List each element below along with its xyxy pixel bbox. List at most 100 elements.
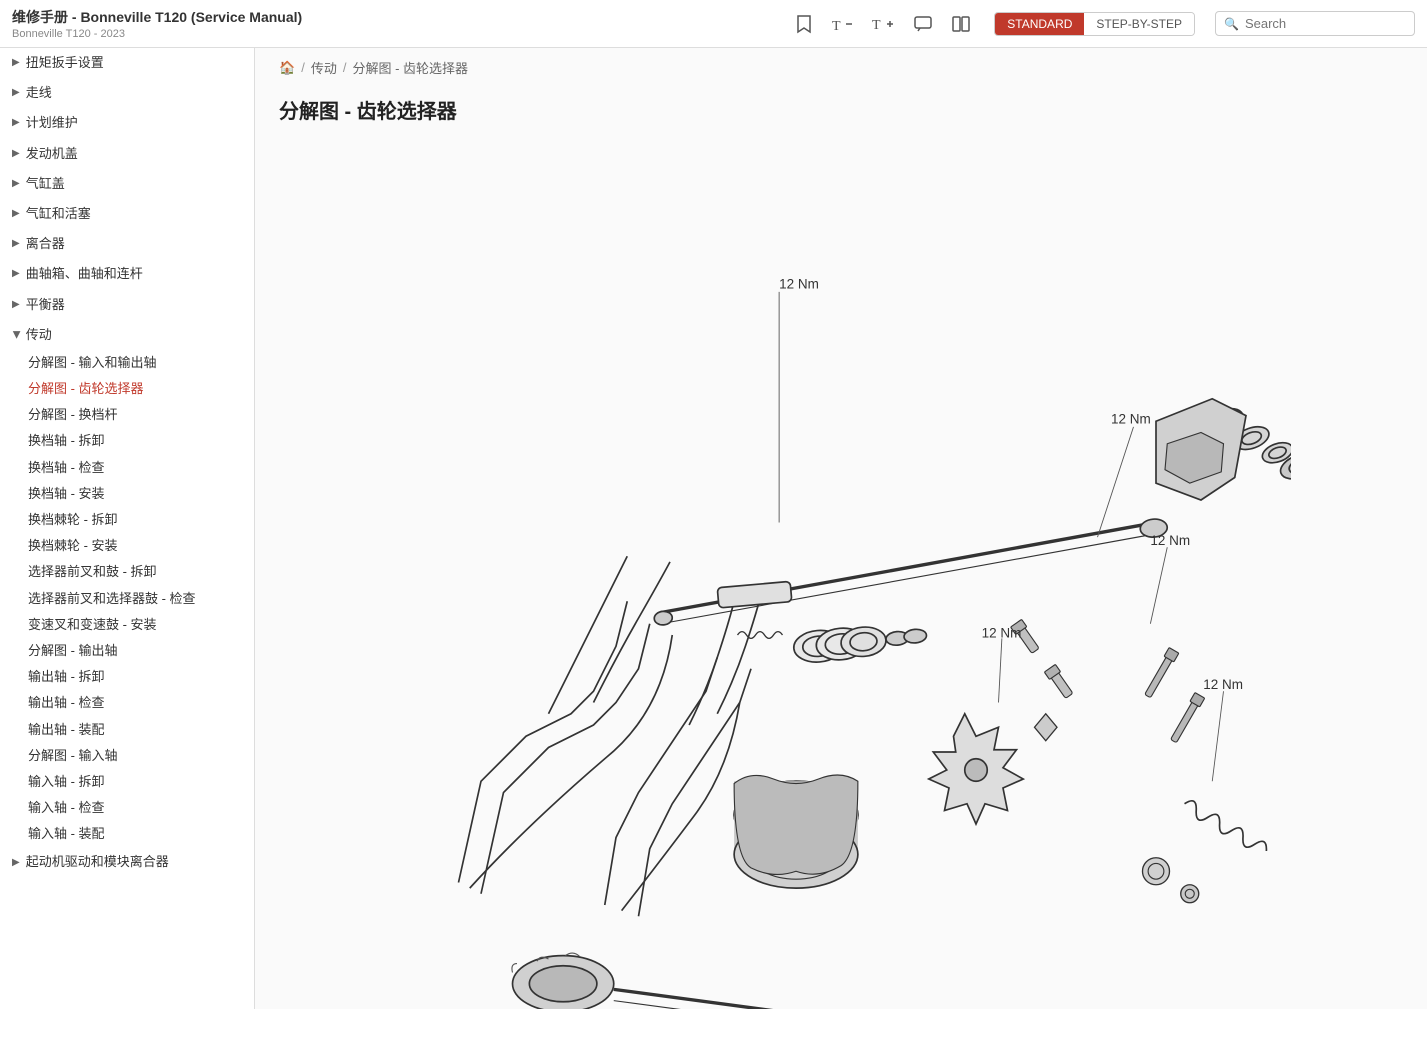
sidebar-item-0[interactable]: ▶扭矩扳手设置	[0, 48, 254, 78]
diagram-container: 12 Nm 12 Nm 12 Nm 12 Nm 12 Nm	[255, 140, 1427, 1009]
part-selector-drum	[734, 775, 858, 888]
torque-label-2: 12 Nm	[1111, 412, 1151, 427]
sidebar-item-12[interactable]: 分解图 - 换档杆	[28, 402, 254, 428]
view-toggle: STANDARD STEP-BY-STEP	[994, 12, 1195, 36]
sidebar-item-15[interactable]: 换档轴 - 安装	[28, 481, 254, 507]
sidebar-label: 走线	[26, 84, 52, 102]
sidebar-sub-21: 分解图 - 输出轴	[0, 638, 254, 664]
sidebar-item-24[interactable]: 输出轴 - 装配	[28, 717, 254, 743]
app-subtitle: Bonneville T120 - 2023	[12, 28, 302, 40]
chevron-icon: ▶	[12, 267, 20, 281]
chevron-icon: ▶	[9, 331, 23, 339]
sidebar-item-13[interactable]: 换档轴 - 拆卸	[28, 428, 254, 454]
sidebar-item-20[interactable]: 变速叉和变速鼓 - 安装	[28, 612, 254, 638]
sidebar-item-6[interactable]: ▶ 离合器	[0, 229, 254, 259]
search-box: 🔍	[1215, 11, 1415, 36]
sidebar-item-5[interactable]: ▶气缸和活塞	[0, 199, 254, 229]
chevron-icon: ▶	[12, 56, 20, 70]
chevron-icon: ▶	[12, 298, 20, 312]
sidebar-item-28[interactable]: 输入轴 - 装配	[28, 821, 254, 847]
content-area: 🏠 / 传动 / 分解图 - 齿轮选择器 分解图 - 齿轮选择器	[255, 48, 1427, 1009]
font-decrease-icon: T	[832, 16, 852, 32]
comment-icon	[914, 16, 932, 32]
sidebar-item-10[interactable]: 分解图 - 输入和输出轴	[28, 350, 254, 376]
sidebar-item-22[interactable]: 输出轴 - 拆卸	[28, 664, 254, 690]
exploded-diagram: 12 Nm 12 Nm 12 Nm 12 Nm 12 Nm	[391, 140, 1291, 1009]
chevron-icon: ▶	[12, 177, 20, 191]
breadcrumb-sep-1: /	[301, 60, 305, 75]
sidebar-label: 计划维护	[26, 114, 78, 132]
sidebar-item-3[interactable]: ▶ 发动机盖	[0, 139, 254, 169]
sidebar-item-27[interactable]: 输入轴 - 检查	[28, 795, 254, 821]
sidebar-sub-23: 输出轴 - 检查	[0, 690, 254, 716]
sidebar-item-17[interactable]: 换档棘轮 - 安装	[28, 533, 254, 559]
torque-label-4: 12 Nm	[982, 625, 1022, 640]
sidebar-sub-12: 分解图 - 换档杆	[0, 402, 254, 428]
sidebar-item-1[interactable]: ▶ 走线	[0, 78, 254, 108]
sidebar-label: 离合器	[26, 235, 65, 253]
sidebar: ▶扭矩扳手设置▶走线▶计划维护▶发动机盖▶气缸盖▶气缸和活塞▶离合器▶曲轴箱、曲…	[0, 48, 255, 1009]
breadcrumb-section[interactable]: 传动	[311, 58, 337, 77]
sidebar-item-21[interactable]: 分解图 - 输出轴	[28, 638, 254, 664]
breadcrumb-current: 分解图 - 齿轮选择器	[352, 58, 468, 77]
sidebar-item-19[interactable]: 选择器前叉和选择器鼓 - 检查	[28, 586, 254, 612]
standard-view-button[interactable]: STANDARD	[995, 13, 1084, 35]
sidebar-item-2[interactable]: ▶ 计划维护	[0, 108, 254, 138]
header: 维修手册 - Bonneville T120 (Service Manual) …	[0, 0, 1427, 48]
step-by-step-view-button[interactable]: STEP-BY-STEP	[1084, 13, 1194, 35]
chevron-icon: ▶	[12, 147, 20, 161]
sidebar-label: 起动机驱动和模块离合器	[26, 853, 169, 871]
header-icons: T T STANDARD	[792, 10, 1415, 38]
sidebar-label: 传动	[26, 326, 52, 344]
torque-label-1: 12 Nm	[779, 277, 819, 292]
sidebar-sub-22: 输出轴 - 拆卸	[0, 664, 254, 690]
sidebar-resize-handle[interactable]	[250, 48, 254, 1009]
sidebar-item-8[interactable]: ▶ 平衡器	[0, 290, 254, 320]
font-increase-button[interactable]: T	[868, 11, 898, 37]
sidebar-sub-10: 分解图 - 输入和输出轴	[0, 350, 254, 376]
sidebar-item-4[interactable]: ▶ 气缸盖	[0, 169, 254, 199]
chevron-icon: ▶	[12, 116, 20, 130]
sidebar-sub-11: 分解图 - 齿轮选择器	[0, 376, 254, 402]
search-input[interactable]	[1245, 16, 1406, 31]
comment-button[interactable]	[910, 12, 936, 36]
font-increase-icon: T	[872, 15, 894, 33]
sidebar-sub-20: 变速叉和变速鼓 - 安装	[0, 612, 254, 638]
sidebar-item-11[interactable]: 分解图 - 齿轮选择器	[28, 376, 254, 402]
sidebar-sub-15: 换档轴 - 安装	[0, 481, 254, 507]
sidebar-label: 气缸盖	[26, 175, 65, 193]
sidebar-item-29[interactable]: ▶起动机驱动和模块离合器	[0, 847, 254, 877]
sidebar-item-26[interactable]: 输入轴 - 拆卸	[28, 769, 254, 795]
sidebar-sub-25: 分解图 - 输入轴	[0, 743, 254, 769]
app-title: 维修手册 - Bonneville T120 (Service Manual)	[12, 7, 302, 27]
sidebar-sub-28: 输入轴 - 装配	[0, 821, 254, 847]
sidebar-sub-26: 输入轴 - 拆卸	[0, 769, 254, 795]
parts-diagram-svg: 12 Nm 12 Nm 12 Nm 12 Nm 12 Nm	[391, 140, 1291, 1009]
sidebar-label: 发动机盖	[26, 145, 78, 163]
sidebar-sub-27: 输入轴 - 检查	[0, 795, 254, 821]
sidebar-item-14[interactable]: 换档轴 - 检查	[28, 455, 254, 481]
view-button[interactable]	[948, 12, 974, 36]
sidebar-sub-19: 选择器前叉和选择器鼓 - 检查	[0, 586, 254, 612]
sidebar-label: 平衡器	[26, 296, 65, 314]
bookmark-button[interactable]	[792, 10, 816, 38]
sidebar-item-16[interactable]: 换档棘轮 - 拆卸	[28, 507, 254, 533]
breadcrumb: 🏠 / 传动 / 分解图 - 齿轮选择器	[255, 48, 1427, 87]
header-title: 维修手册 - Bonneville T120 (Service Manual) …	[12, 7, 302, 40]
sidebar-item-23[interactable]: 输出轴 - 检查	[28, 690, 254, 716]
sidebar-item-7[interactable]: ▶ 曲轴箱、曲轴和连杆	[0, 259, 254, 289]
svg-text:T: T	[872, 18, 881, 33]
chevron-icon: ▶	[12, 237, 20, 251]
home-icon[interactable]: 🏠	[279, 60, 295, 76]
sidebar-sub-17: 换档棘轮 - 安装	[0, 533, 254, 559]
font-decrease-button[interactable]: T	[828, 12, 856, 36]
sidebar-item-9[interactable]: ▶传动	[0, 320, 254, 350]
sidebar-item-18[interactable]: 选择器前叉和鼓 - 拆卸	[28, 559, 254, 585]
torque-label-3: 12 Nm	[1150, 533, 1190, 548]
sidebar-sub-24: 输出轴 - 装配	[0, 717, 254, 743]
bookmark-icon	[796, 14, 812, 34]
sidebar-sub-18: 选择器前叉和鼓 - 拆卸	[0, 559, 254, 585]
sidebar-label: 曲轴箱、曲轴和连杆	[26, 265, 143, 283]
chevron-icon: ▶	[12, 86, 20, 100]
sidebar-item-25[interactable]: 分解图 - 输入轴	[28, 743, 254, 769]
